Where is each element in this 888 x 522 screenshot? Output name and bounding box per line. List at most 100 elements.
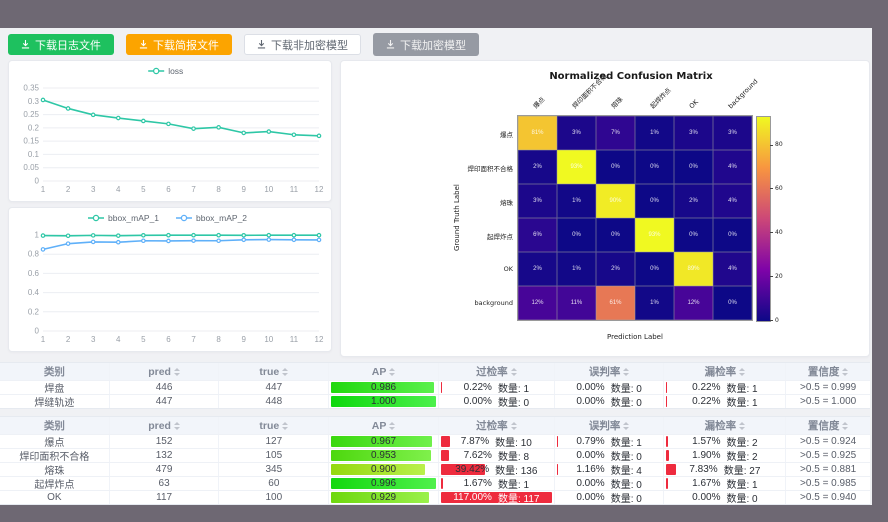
- data-point[interactable]: [317, 134, 320, 137]
- data-point[interactable]: [41, 98, 44, 101]
- table-row: 起焊炸点63600.9961.67%数量: 10.00%数量: 01.67%数量…: [0, 477, 870, 491]
- col-header-ap[interactable]: AP: [329, 363, 439, 380]
- cell-over-rate: 0.22%数量: 1: [439, 381, 555, 394]
- col-header-misjudge-rate[interactable]: 误判率: [555, 363, 665, 380]
- data-point[interactable]: [192, 239, 195, 242]
- data-point[interactable]: [66, 234, 69, 237]
- defect-metrics-table: 类别predtrueAP过检率误判率漏检率置信度爆点1521270.9677.8…: [0, 416, 870, 505]
- data-point[interactable]: [267, 233, 270, 236]
- legend-item[interactable]: loss: [148, 66, 183, 76]
- data-point[interactable]: [267, 130, 270, 133]
- col-header-miss-rate[interactable]: 漏检率: [664, 363, 786, 380]
- sort-icon[interactable]: [739, 368, 745, 376]
- data-point[interactable]: [66, 107, 69, 110]
- col-header-true[interactable]: true: [219, 417, 329, 434]
- rate-bar: [557, 436, 558, 447]
- data-point[interactable]: [317, 233, 320, 236]
- data-point[interactable]: [117, 234, 120, 237]
- sort-icon[interactable]: [282, 422, 288, 430]
- data-point[interactable]: [167, 233, 170, 236]
- legend-item[interactable]: bbox_mAP_1: [88, 213, 159, 223]
- data-point[interactable]: [217, 239, 220, 242]
- matrix-cell: 1%: [635, 116, 674, 150]
- data-point[interactable]: [117, 241, 120, 244]
- sort-icon[interactable]: [623, 368, 629, 376]
- col-header-category: 类别: [0, 363, 110, 380]
- col-header-confidence[interactable]: 置信度: [786, 417, 870, 434]
- cell-over-rate: 7.87%数量: 10: [439, 435, 555, 448]
- data-point[interactable]: [292, 133, 295, 136]
- sort-icon[interactable]: [511, 422, 517, 430]
- legend-item[interactable]: bbox_mAP_2: [176, 213, 247, 223]
- sort-icon[interactable]: [389, 422, 395, 430]
- cell-confidence: >0.5 = 0.881: [786, 463, 870, 476]
- download-log-button[interactable]: 下载日志文件: [8, 34, 114, 55]
- col-header-true[interactable]: true: [219, 363, 329, 380]
- data-point[interactable]: [66, 242, 69, 245]
- matrix-cell: 4%: [713, 184, 752, 218]
- rate-bar: [666, 464, 675, 475]
- data-point[interactable]: [317, 238, 320, 241]
- data-point[interactable]: [91, 234, 94, 237]
- ap-bar-wrap: 1.000: [331, 396, 436, 407]
- data-point[interactable]: [267, 238, 270, 241]
- data-point[interactable]: [142, 234, 145, 237]
- data-point[interactable]: [91, 240, 94, 243]
- sort-icon[interactable]: [842, 368, 848, 376]
- data-point[interactable]: [167, 122, 170, 125]
- rate-bar-wrap: 7.62%数量: 8: [441, 450, 552, 461]
- rate-value: 7.62%: [464, 450, 492, 461]
- table-row: 熔珠4793450.90039.42%数量: 1361.16%数量: 47.83…: [0, 463, 870, 477]
- data-point[interactable]: [292, 238, 295, 241]
- col-header-pred[interactable]: pred: [110, 363, 220, 380]
- col-header-label: 漏检率: [705, 418, 737, 433]
- data-point[interactable]: [41, 234, 44, 237]
- sort-icon[interactable]: [174, 422, 180, 430]
- row-label: OK: [413, 265, 513, 273]
- download-report-button[interactable]: 下载简报文件: [126, 34, 232, 55]
- data-point[interactable]: [91, 113, 94, 116]
- x-tick-label: 12: [315, 185, 324, 194]
- col-header-over-rate[interactable]: 过检率: [439, 417, 555, 434]
- download-icon: [257, 40, 266, 49]
- data-point[interactable]: [242, 234, 245, 237]
- data-point[interactable]: [192, 127, 195, 130]
- rate-bar-wrap: 0.79%数量: 1: [557, 436, 662, 447]
- cell-ap: 0.900: [329, 463, 439, 476]
- loss-line-chart: loss00.050.10.150.20.250.30.351234567891…: [9, 61, 329, 197]
- sort-icon[interactable]: [739, 422, 745, 430]
- col-header-misjudge-rate[interactable]: 误判率: [555, 417, 665, 434]
- download-plain-model-button[interactable]: 下载非加密模型: [244, 34, 361, 55]
- col-header-ap[interactable]: AP: [329, 417, 439, 434]
- data-point[interactable]: [167, 239, 170, 242]
- sort-icon[interactable]: [623, 422, 629, 430]
- data-point[interactable]: [41, 248, 44, 251]
- data-point[interactable]: [142, 239, 145, 242]
- y-axis-label: Ground Truth Label: [451, 116, 463, 320]
- data-point[interactable]: [242, 131, 245, 134]
- rate-bar-wrap: 1.57%数量: 2: [666, 436, 783, 447]
- matrix-cell: 4%: [713, 252, 752, 286]
- download-encrypted-model-button[interactable]: 下载加密模型: [373, 33, 479, 56]
- sort-icon[interactable]: [174, 368, 180, 376]
- x-tick-label: 3: [91, 335, 96, 344]
- sort-icon[interactable]: [842, 422, 848, 430]
- sort-icon[interactable]: [282, 368, 288, 376]
- data-point[interactable]: [117, 116, 120, 119]
- x-tick-label: 8: [216, 335, 221, 344]
- col-header-confidence[interactable]: 置信度: [786, 363, 870, 380]
- sort-icon[interactable]: [389, 368, 395, 376]
- col-header-miss-rate[interactable]: 漏检率: [664, 417, 786, 434]
- data-point[interactable]: [192, 233, 195, 236]
- cell-pred: 132: [110, 449, 220, 462]
- data-point[interactable]: [217, 126, 220, 129]
- col-header-label: 置信度: [808, 418, 840, 433]
- data-point[interactable]: [217, 233, 220, 236]
- data-point[interactable]: [242, 238, 245, 241]
- series-line: [43, 235, 319, 236]
- data-point[interactable]: [142, 119, 145, 122]
- data-point[interactable]: [292, 233, 295, 236]
- col-header-pred[interactable]: pred: [110, 417, 220, 434]
- sort-icon[interactable]: [511, 368, 517, 376]
- col-header-over-rate[interactable]: 过检率: [439, 363, 555, 380]
